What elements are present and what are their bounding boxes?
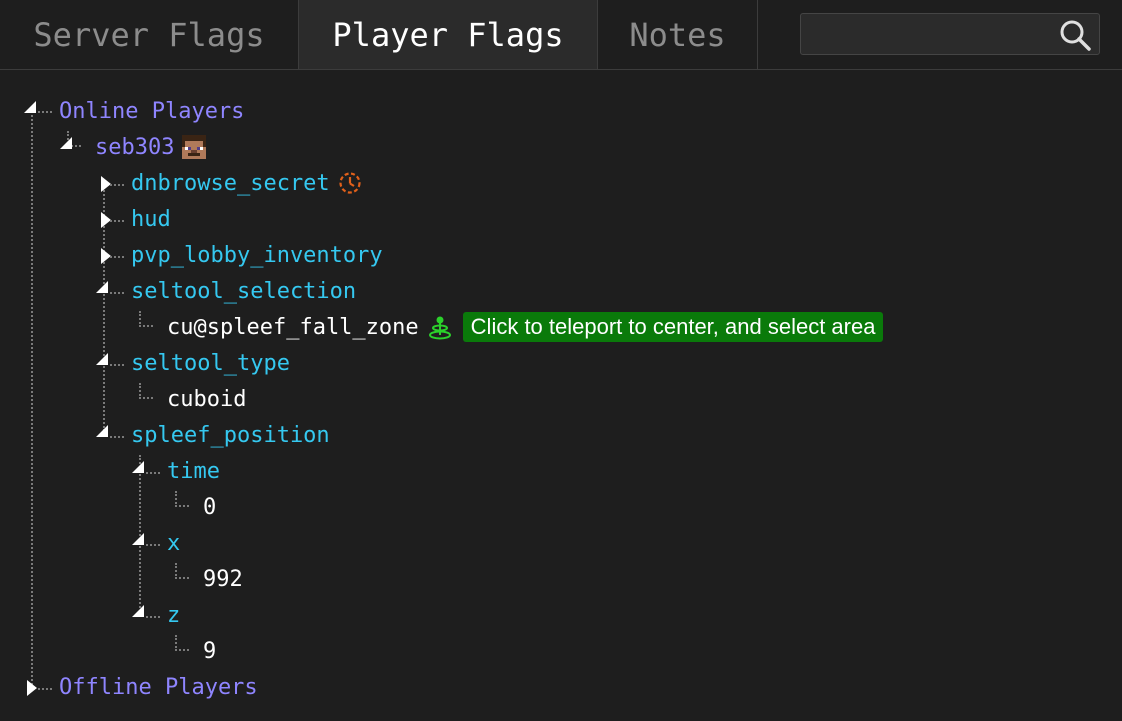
tree-node-dnbrowse-secret[interactable]: dnbrowse_secret bbox=[131, 168, 362, 198]
tree-connector bbox=[139, 311, 153, 327]
search-box bbox=[800, 13, 1100, 55]
tree-connector bbox=[175, 563, 189, 579]
tree-leaf-time-value[interactable]: 0 bbox=[203, 492, 216, 522]
flag-key: dnbrowse_secret bbox=[131, 170, 330, 196]
tree-node-seltool-selection[interactable]: seltool_selection bbox=[131, 276, 356, 306]
tree-connector bbox=[110, 256, 124, 258]
tab-server-flags[interactable]: Server Flags bbox=[0, 0, 299, 69]
search-icon[interactable] bbox=[1057, 17, 1093, 53]
expand-icon[interactable] bbox=[27, 680, 37, 696]
collapse-icon[interactable] bbox=[132, 605, 144, 617]
search-input[interactable] bbox=[809, 14, 1049, 54]
tree-connector bbox=[110, 220, 124, 222]
tree-connector bbox=[110, 292, 124, 294]
tree-leaf-z-value[interactable]: 9 bbox=[203, 636, 216, 666]
select-area-icon[interactable] bbox=[427, 314, 453, 340]
tree-node-offline-players[interactable]: Offline Players bbox=[59, 672, 258, 702]
tree-connector bbox=[38, 688, 52, 690]
tree-node-player[interactable]: seb303 bbox=[95, 132, 207, 162]
tree-connector bbox=[110, 364, 124, 366]
tree-leaf-seltool-type-value[interactable]: cuboid bbox=[167, 384, 246, 414]
expiry-clock-icon bbox=[339, 172, 361, 194]
tree-node-x[interactable]: x bbox=[167, 528, 180, 558]
tree-node-time[interactable]: time bbox=[167, 456, 220, 486]
tree-node-spleef-position[interactable]: spleef_position bbox=[131, 420, 330, 450]
tree-connector bbox=[146, 472, 160, 474]
tree-connector bbox=[175, 635, 189, 651]
player-flags-tree: Online Players seb303 dnbrowse_secret hu… bbox=[0, 71, 1122, 721]
collapse-icon[interactable] bbox=[96, 353, 108, 365]
collapse-icon[interactable] bbox=[96, 281, 108, 293]
teleport-tooltip: Click to teleport to center, and select … bbox=[462, 312, 884, 342]
tree-leaf-seltool-selection-value[interactable]: cu@spleef_fall_zone Click to teleport to… bbox=[167, 312, 884, 342]
collapse-icon[interactable] bbox=[96, 425, 108, 437]
player-name: seb303 bbox=[95, 134, 175, 160]
tree-node-pvp-lobby-inventory[interactable]: pvp_lobby_inventory bbox=[131, 240, 383, 270]
tab-notes[interactable]: Notes bbox=[598, 0, 758, 69]
tree-node-z[interactable]: z bbox=[167, 600, 180, 630]
tab-player-flags[interactable]: Player Flags bbox=[299, 0, 598, 69]
tree-connector bbox=[139, 383, 153, 399]
collapse-icon[interactable] bbox=[132, 461, 144, 473]
tree-guide-root bbox=[31, 111, 33, 689]
tree-connector bbox=[110, 436, 124, 438]
player-head-icon bbox=[182, 135, 207, 159]
tree-connector bbox=[146, 544, 160, 546]
collapse-icon[interactable] bbox=[24, 101, 36, 113]
tree-leaf-x-value[interactable]: 992 bbox=[203, 564, 243, 594]
tree-node-hud[interactable]: hud bbox=[131, 204, 171, 234]
tree-connector bbox=[175, 491, 189, 507]
collapse-icon[interactable] bbox=[60, 137, 72, 149]
collapse-icon[interactable] bbox=[132, 533, 144, 545]
tree-node-online-players[interactable]: Online Players bbox=[59, 96, 244, 126]
flag-value: cu@spleef_fall_zone bbox=[167, 314, 419, 340]
tree-connector bbox=[110, 184, 124, 186]
tree-connector bbox=[146, 616, 160, 618]
tab-bar: Server Flags Player Flags Notes bbox=[0, 0, 1122, 70]
tree-connector bbox=[38, 111, 52, 113]
tree-node-seltool-type[interactable]: seltool_type bbox=[131, 348, 290, 378]
